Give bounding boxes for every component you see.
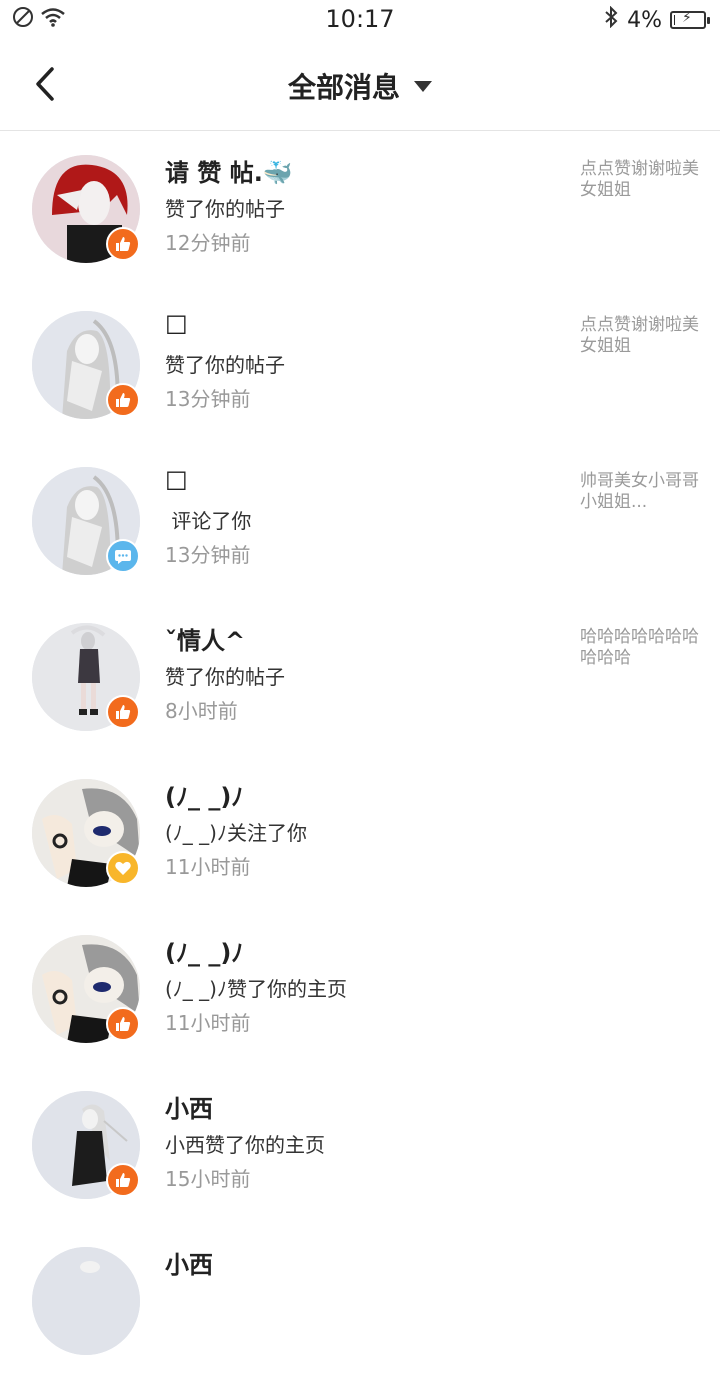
thumbs-up-icon [116,1173,131,1187]
message-time: 11小时前 [165,1011,251,1035]
thumbs-up-icon [116,705,131,719]
thumbs-up-icon [116,237,131,251]
message-list: 请 赞 帖.🐳 赞了你的帖子 12分钟前 点点赞谢谢啦美女姐姐 □ 赞了你的帖子… [0,131,720,1379]
message-action: 小西赞了你的主页 [165,1133,325,1157]
message-filter-dropdown[interactable]: 全部消息 [0,66,720,106]
thumbs-up-icon [116,393,131,407]
message-action: (ﾉ_ _)ﾉ赞了你的主页 [165,977,347,1001]
like-badge [106,383,140,417]
like-badge [106,227,140,261]
page-title: 全部消息 [287,71,400,104]
message-action: 赞了你的帖子 [165,665,285,689]
message-time: 8小时前 [165,699,238,723]
status-icons-right: 4% ⚡ [603,5,710,34]
post-preview[interactable]: 点点赞谢谢啦美女姐姐 [580,315,700,357]
bluetooth-icon [603,5,619,34]
thumbs-up-icon [116,1017,131,1031]
message-time: 13分钟前 [165,387,251,411]
like-badge [106,695,140,729]
status-bar: 10:17 4% ⚡ [0,0,720,40]
app-header: 全部消息 [0,40,720,131]
chat-bubble-icon [115,550,131,564]
message-action: (ﾉ_ _)ﾉ关注了你 [165,821,307,845]
message-item[interactable]: (ﾉ_ _)ﾉ (ﾉ_ _)ﾉ赞了你的主页 11小时前 [0,911,720,1067]
like-badge [106,1163,140,1197]
comment-badge [106,539,140,573]
battery-level [674,15,675,25]
message-action: 赞了你的帖子 [165,197,285,221]
sender-name: (ﾉ_ _)ﾉ [165,939,244,967]
message-item[interactable]: 小西 [0,1223,720,1379]
message-item[interactable]: ˇ情人^ 赞了你的帖子 8小时前 哈哈哈哈哈哈哈哈哈哈 [0,599,720,755]
sender-name: 请 赞 帖.🐳 [165,159,293,187]
heart-icon [115,861,131,875]
sender-name: (ﾉ_ _)ﾉ [165,783,244,811]
message-time: 11小时前 [165,855,251,879]
message-item[interactable]: 请 赞 帖.🐳 赞了你的帖子 12分钟前 点点赞谢谢啦美女姐姐 [0,131,720,287]
follow-badge [106,851,140,885]
message-action: 赞了你的帖子 [165,353,285,377]
message-item[interactable]: (ﾉ_ _)ﾉ (ﾉ_ _)ﾉ关注了你 11小时前 [0,755,720,911]
battery-icon: ⚡ [670,10,710,29]
like-badge [106,1007,140,1041]
charging-icon: ⚡ [682,10,692,26]
sender-name: 小西 [165,1095,213,1123]
message-item[interactable]: □ 赞了你的帖子 13分钟前 点点赞谢谢啦美女姐姐 [0,287,720,443]
message-time: 12分钟前 [165,231,251,255]
sender-name: 小西 [165,1251,213,1279]
message-item[interactable]: 小西 小西赞了你的主页 15小时前 [0,1067,720,1223]
post-preview[interactable]: 点点赞谢谢啦美女姐姐 [580,159,700,201]
sender-name: ˇ情人^ [165,627,246,655]
message-item[interactable]: □ 评论了你 13分钟前 帅哥美女小哥哥小姐姐... [0,443,720,599]
avatar[interactable] [32,1247,140,1355]
caret-down-icon [414,80,432,92]
message-time: 13分钟前 [165,543,251,567]
message-time: 15小时前 [165,1167,251,1191]
post-preview[interactable]: 帅哥美女小哥哥小姐姐... [580,471,700,513]
battery-percent: 4% [627,7,662,33]
sender-name: □ [165,309,188,337]
message-action: 评论了你 [165,509,252,533]
post-preview[interactable]: 哈哈哈哈哈哈哈哈哈哈 [580,627,700,669]
sender-name: □ [165,465,188,493]
